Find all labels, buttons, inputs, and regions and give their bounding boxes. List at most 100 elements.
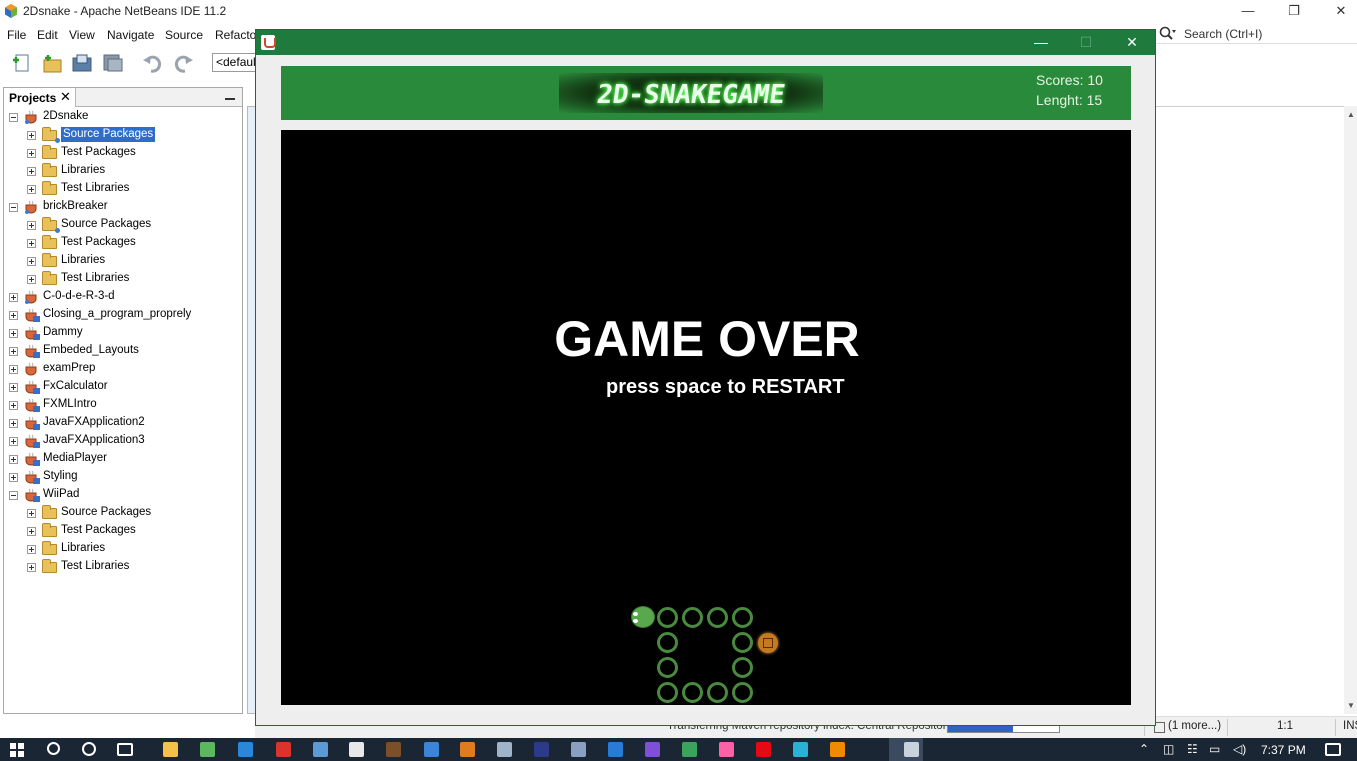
expand-icon[interactable] [9,383,18,392]
expand-icon[interactable] [27,563,36,572]
network-icon[interactable]: ☷ [1187,742,1198,756]
vlc-icon[interactable] [830,742,845,757]
undo-icon[interactable] [141,52,165,74]
tab-projects[interactable]: Projects ✕ [4,88,76,107]
chrome-icon[interactable] [349,742,364,757]
expand-icon[interactable] [9,437,18,446]
expand-icon[interactable] [27,131,36,140]
project-node[interactable]: Dammy [4,324,242,342]
game-window-titlebar[interactable]: — ☐ ✕ [256,30,1155,55]
expand-icon[interactable] [27,149,36,158]
battery-icon[interactable]: ▭ [1209,742,1220,756]
expand-icon[interactable] [9,401,18,410]
cortana-icon[interactable] [82,742,96,756]
acrobat-icon[interactable] [276,742,291,757]
scroll-down-icon[interactable]: ▼ [1347,701,1355,710]
expand-icon[interactable] [9,347,18,356]
app-icon[interactable] [645,742,660,757]
redo-icon[interactable] [171,52,195,74]
project-subnode[interactable]: Test Packages [4,522,242,540]
expand-icon[interactable] [9,365,18,374]
tray-overflow-icon[interactable]: ⌃ [1139,742,1149,756]
minimize-panel-icon[interactable] [224,90,236,102]
project-subnode[interactable]: Source Packages [4,216,242,234]
taskbar-clock[interactable]: 7:37 PM [1261,743,1306,757]
expand-icon[interactable] [27,527,36,536]
collapse-icon[interactable] [9,491,18,500]
game-icon[interactable] [386,742,401,757]
mail-icon[interactable] [238,742,253,757]
project-node[interactable]: MediaPlayer [4,450,242,468]
editor-scrollbar[interactable]: ▲ ▼ [1344,106,1357,714]
menu-edit[interactable]: Edit [37,28,58,42]
action-center-icon[interactable] [1325,743,1341,756]
expand-icon[interactable] [9,455,18,464]
search-icon[interactable] [47,742,60,755]
project-subnode[interactable]: Libraries [4,252,242,270]
task-view-icon[interactable] [117,743,133,756]
collapse-icon[interactable] [9,113,18,122]
game-minimize-button[interactable]: — [1018,30,1064,55]
project-subnode[interactable]: Source Packages [4,504,242,522]
project-node[interactable]: FXMLIntro [4,396,242,414]
project-subnode[interactable]: Test Packages [4,234,242,252]
project-node[interactable]: Styling [4,468,242,486]
project-node[interactable]: FxCalculator [4,378,242,396]
status-more-tasks[interactable]: (1 more...) [1168,720,1221,732]
tray-app-icon[interactable]: ◫ [1163,742,1174,756]
expand-icon[interactable] [9,419,18,428]
close-tab-icon[interactable]: ✕ [60,89,71,105]
project-subnode[interactable]: Test Libraries [4,180,242,198]
game-board[interactable]: GAME OVER press space to RESTART [281,130,1131,705]
open-project-icon[interactable] [71,52,95,74]
utorrent-icon[interactable] [200,742,215,757]
expand-icon[interactable] [27,221,36,230]
expand-icon[interactable] [27,185,36,194]
netflix-icon[interactable] [756,742,771,757]
expand-icon[interactable] [9,311,18,320]
project-node[interactable]: examPrep [4,360,242,378]
quick-search-box[interactable]: Search (Ctrl+I) [1157,24,1357,44]
pdf-icon[interactable] [460,742,475,757]
xd-icon[interactable] [719,742,734,757]
expand-icon[interactable] [27,545,36,554]
menu-file[interactable]: File [7,28,26,42]
expand-icon[interactable] [27,239,36,248]
project-node[interactable]: brickBreaker [4,198,242,216]
vscode-icon[interactable] [608,742,623,757]
game-maximize-button[interactable]: ☐ [1063,30,1109,55]
menu-view[interactable]: View [69,28,95,42]
menu-navigate[interactable]: Navigate [107,28,154,42]
netbeans-icon[interactable] [313,742,328,757]
project-node[interactable]: 2Dsnake [4,108,242,126]
menu-source[interactable]: Source [165,28,203,42]
expand-icon[interactable] [27,275,36,284]
project-node[interactable]: C-0-d-e-R-3-d [4,288,242,306]
new-project-icon[interactable] [40,52,64,74]
file-explorer-icon[interactable] [163,742,178,757]
expand-icon[interactable] [9,293,18,302]
start-icon[interactable] [10,743,24,757]
project-node[interactable]: Closing_a_program_proprely [4,306,242,324]
restore-window-button[interactable]: ❐ [1271,0,1317,22]
expand-icon[interactable] [27,167,36,176]
menu-refactor[interactable]: Refacto [215,28,256,42]
vpn-icon[interactable] [793,742,808,757]
r-icon[interactable] [571,742,586,757]
game-close-button[interactable]: ✕ [1109,30,1155,55]
expand-icon[interactable] [9,329,18,338]
project-node[interactable]: Embeded_Layouts [4,342,242,360]
project-subnode[interactable]: Test Packages [4,144,242,162]
volume-icon[interactable]: ◁) [1233,742,1246,756]
project-subnode[interactable]: Libraries [4,162,242,180]
new-file-icon[interactable] [10,52,34,74]
photoshop-icon[interactable] [534,742,549,757]
expand-icon[interactable] [27,257,36,266]
project-subnode[interactable]: Libraries [4,540,242,558]
project-node[interactable]: JavaFXApplication2 [4,414,242,432]
scroll-up-icon[interactable]: ▲ [1347,110,1355,119]
expand-icon[interactable] [27,509,36,518]
project-subnode[interactable]: Test Libraries [4,270,242,288]
minimize-window-button[interactable]: — [1225,0,1271,22]
collapse-icon[interactable] [9,203,18,212]
